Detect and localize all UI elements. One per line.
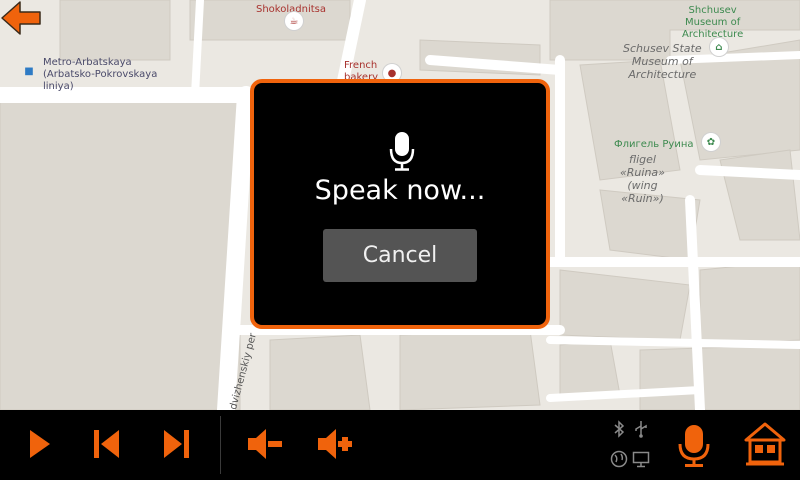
play-icon[interactable]	[18, 424, 58, 464]
previous-track-icon[interactable]	[86, 424, 126, 464]
usb-icon	[635, 421, 647, 438]
building-block	[559, 269, 691, 341]
metro-icon[interactable]: ■	[20, 62, 38, 80]
road	[546, 336, 800, 349]
museum-icon[interactable]: ⌂	[710, 38, 728, 56]
building-label-museum: Schusev State Museum of Architecture	[623, 42, 702, 81]
volume-down-icon[interactable]	[244, 424, 284, 464]
cancel-button[interactable]: Cancel	[323, 229, 477, 282]
building-block	[269, 334, 371, 410]
globe-icon	[610, 450, 628, 468]
cafe-icon[interactable]: ☕	[285, 12, 303, 30]
monitor-icon	[632, 451, 650, 468]
road	[191, 0, 204, 99]
volume-up-icon[interactable]	[314, 424, 354, 464]
building-block	[639, 344, 800, 410]
home-icon[interactable]	[744, 422, 786, 466]
building-block	[0, 99, 241, 410]
road	[695, 165, 800, 180]
dialog-prompt: Speak now...	[314, 175, 486, 206]
building-label-fligel: fligel «Ruina» (wing «Ruin»)	[620, 153, 665, 205]
bluetooth-icon	[614, 420, 625, 438]
voice-input-dialog: Speak now... Cancel	[250, 79, 550, 329]
bottom-toolbar	[0, 410, 800, 480]
next-track-icon[interactable]	[157, 424, 197, 464]
toolbar-divider	[220, 416, 221, 474]
building-block	[399, 329, 541, 410]
poi-label-museum: Shchusev Museum of Architecture	[682, 5, 744, 40]
poi-label-metro: Metro-Arbatskaya (Arbatsko-Pokrovskaya l…	[43, 57, 158, 92]
microphone-icon[interactable]	[674, 422, 714, 468]
building-block	[59, 0, 171, 61]
building-block	[699, 259, 800, 346]
microphone-icon	[389, 132, 415, 171]
back-arrow-icon[interactable]	[0, 0, 42, 36]
poi-label-fligel: Флигель Руина	[614, 139, 694, 150]
landmark-icon[interactable]: ✿	[702, 133, 720, 151]
building-block	[719, 149, 800, 241]
